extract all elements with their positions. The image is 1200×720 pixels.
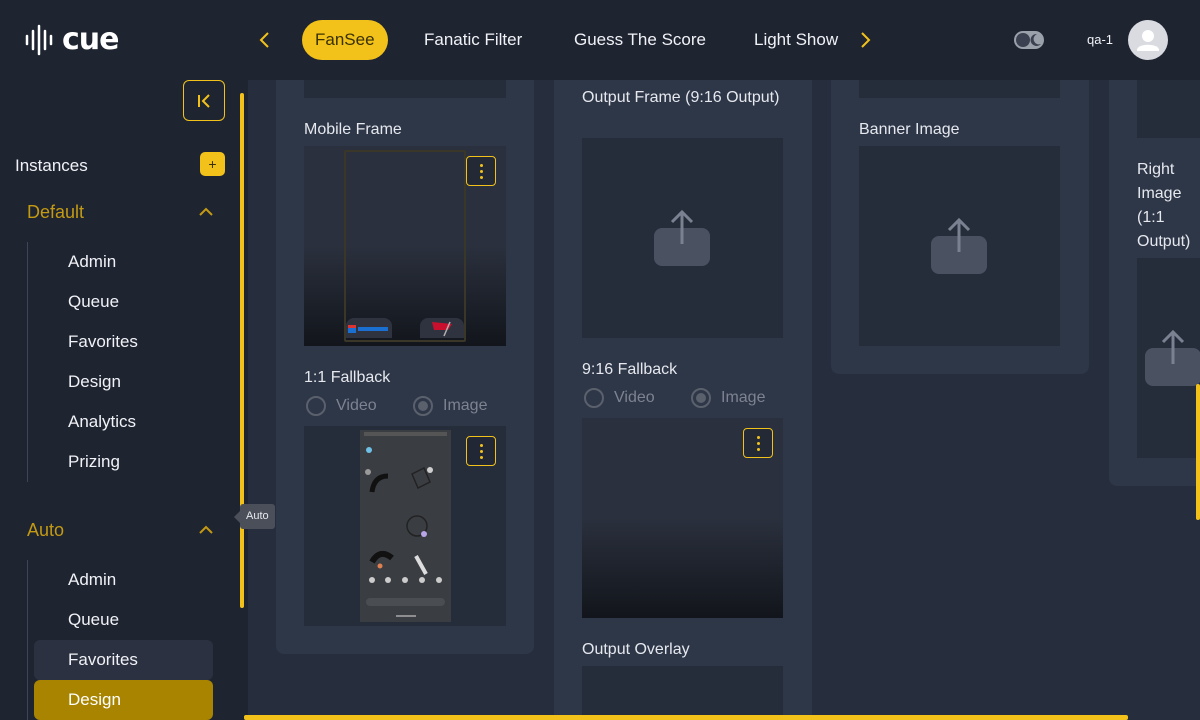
banner-image-label: Banner Image bbox=[859, 121, 960, 138]
top-bar: cue FanSee Fanatic Filter Guess The Scor… bbox=[0, 0, 1200, 80]
group-default-line bbox=[27, 242, 28, 482]
radio-video-1-1[interactable]: Video bbox=[306, 396, 377, 416]
sidebar-item-auto-design[interactable]: Design bbox=[34, 680, 213, 720]
phone-frame-outline bbox=[344, 150, 466, 342]
right-image-upload[interactable] bbox=[1137, 258, 1200, 458]
logo-text: cue bbox=[62, 22, 119, 57]
home-screen-graphic bbox=[364, 432, 447, 617]
radio-circle-selected[interactable] bbox=[413, 396, 433, 416]
add-instance-button[interactable]: + bbox=[200, 152, 225, 176]
radio-video-label: Video bbox=[614, 389, 655, 406]
output-overlay-upload[interactable] bbox=[582, 666, 783, 720]
upload-icon bbox=[1145, 330, 1200, 386]
chevron-left-icon bbox=[259, 32, 269, 48]
collapse-sidebar-button[interactable] bbox=[183, 80, 225, 121]
waveform-icon bbox=[25, 24, 53, 55]
username: qa-1 bbox=[1087, 32, 1114, 47]
sponsor-logo bbox=[346, 318, 392, 338]
fallback-9-16-label: 9:16 Fallback bbox=[582, 361, 678, 378]
fallback-1-1-menu-button[interactable] bbox=[466, 436, 496, 466]
tab-fansee[interactable]: FanSee bbox=[302, 20, 388, 60]
sidebar-item-default-favorites[interactable]: Favorites bbox=[34, 322, 213, 362]
main-content: Mobile Frame 1:1 Fallback Video Image Ou… bbox=[244, 80, 1200, 720]
fallback-1-1-label: 1:1 Fallback bbox=[304, 369, 391, 386]
tooltip: Auto bbox=[234, 504, 275, 529]
instances-label: Instances bbox=[15, 156, 88, 175]
radio-video-9-16[interactable]: Video bbox=[584, 388, 655, 408]
team-logo bbox=[420, 318, 464, 338]
phone-screenshot bbox=[360, 430, 451, 622]
tabs-prev-button[interactable] bbox=[254, 26, 274, 54]
upload-icon bbox=[931, 218, 987, 274]
sidebar-item-auto-favorites[interactable]: Favorites bbox=[34, 640, 213, 680]
upload-icon bbox=[654, 210, 710, 266]
group-auto-title[interactable]: Auto bbox=[27, 520, 64, 541]
tab-light-show[interactable]: Light Show bbox=[754, 20, 838, 60]
group-default-title[interactable]: Default bbox=[27, 202, 84, 223]
output-frame-upload[interactable] bbox=[582, 138, 783, 338]
chevron-up-icon[interactable] bbox=[198, 207, 214, 217]
group-auto-line bbox=[27, 560, 28, 720]
chevron-right-icon bbox=[861, 32, 871, 48]
tabs-next-button[interactable] bbox=[856, 26, 876, 54]
user-icon bbox=[1137, 30, 1159, 51]
tab-fanatic-filter[interactable]: Fanatic Filter bbox=[424, 20, 522, 60]
fallback-9-16-menu-button[interactable] bbox=[743, 428, 773, 458]
flag-icon bbox=[432, 321, 452, 337]
sidebar-item-default-queue[interactable]: Queue bbox=[34, 282, 213, 322]
output-overlay-label: Output Overlay bbox=[582, 641, 690, 658]
sidebar: Instances + Default Admin Queue Favorite… bbox=[0, 80, 240, 720]
cue-logo[interactable]: cue bbox=[24, 22, 119, 57]
horizontal-scrollbar[interactable] bbox=[244, 715, 1128, 720]
tab-guess-the-score[interactable]: Guess The Score bbox=[574, 20, 706, 60]
card-mobile-assets: Mobile Frame 1:1 Fallback Video Image bbox=[276, 80, 534, 654]
banner-image-upload[interactable] bbox=[859, 146, 1060, 346]
sidebar-item-default-admin[interactable]: Admin bbox=[34, 242, 213, 282]
chevron-up-icon[interactable] bbox=[198, 525, 214, 535]
asset-slot-top[interactable] bbox=[1137, 80, 1200, 138]
right-image-label: Right Image (1:1 Output) bbox=[1137, 161, 1191, 250]
radio-image-1-1[interactable]: Image bbox=[413, 396, 487, 416]
radio-circle[interactable] bbox=[306, 396, 326, 416]
sidebar-item-default-prizing[interactable]: Prizing bbox=[34, 442, 213, 482]
sidebar-item-auto-queue[interactable]: Queue bbox=[34, 600, 213, 640]
card-banner: Banner Image bbox=[831, 80, 1089, 374]
card-output-frame: Output Frame (9:16 Output) 9:16 Fallback… bbox=[554, 80, 812, 720]
radio-image-label: Image bbox=[443, 397, 488, 414]
mobile-frame-label: Mobile Frame bbox=[304, 121, 402, 138]
sidebar-item-auto-admin[interactable]: Admin bbox=[34, 560, 213, 600]
output-frame-label: Output Frame (9:16 Output) bbox=[582, 89, 780, 106]
moon-icon bbox=[1030, 33, 1041, 46]
vertical-scrollbar[interactable] bbox=[1196, 384, 1200, 520]
radio-image-9-16[interactable]: Image bbox=[691, 388, 765, 408]
sponsor-icon bbox=[348, 325, 388, 333]
sidebar-item-default-design[interactable]: Design bbox=[34, 362, 213, 402]
card-right-image: Right Image (1:1 Output) bbox=[1109, 80, 1200, 486]
asset-slot-top[interactable] bbox=[304, 80, 506, 98]
radio-circle[interactable] bbox=[584, 388, 604, 408]
avatar[interactable] bbox=[1128, 20, 1168, 60]
collapse-left-icon bbox=[198, 93, 210, 108]
asset-slot-top[interactable] bbox=[859, 80, 1060, 98]
theme-toggle[interactable] bbox=[1014, 31, 1044, 49]
radio-image-label: Image bbox=[721, 389, 766, 406]
mobile-frame-menu-button[interactable] bbox=[466, 156, 496, 186]
sidebar-item-default-analytics[interactable]: Analytics bbox=[34, 402, 213, 442]
radio-circle-selected[interactable] bbox=[691, 388, 711, 408]
radio-video-label: Video bbox=[336, 397, 377, 414]
